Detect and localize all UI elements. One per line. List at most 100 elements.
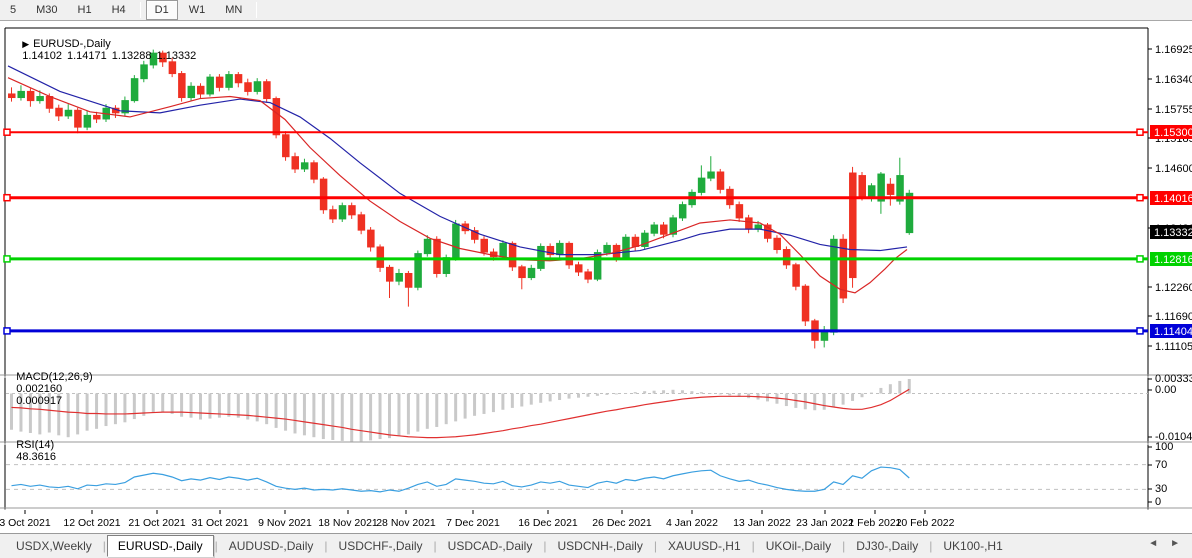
price-badge-label: 1.11404: [1154, 326, 1192, 338]
indicator-axis-label: 0.00: [1155, 384, 1176, 396]
chart-symbol: EURUSD-,Daily: [33, 38, 111, 50]
tab-xauusd-h1[interactable]: XAUUSD-,H1: [658, 536, 751, 556]
candle-body: [859, 176, 866, 199]
candle-body: [774, 238, 781, 249]
timeframe-button-w1[interactable]: W1: [180, 0, 215, 20]
candle-body: [557, 243, 564, 254]
candle-body: [802, 286, 809, 321]
timeframe-button-h1[interactable]: H1: [69, 0, 101, 20]
tab-audusd-daily[interactable]: AUDUSD-,Daily: [219, 536, 324, 556]
tab-scroll-left-icon[interactable]: ◄: [1142, 538, 1164, 549]
candle-body: [46, 97, 53, 109]
candle-body: [604, 245, 611, 252]
date-axis-label: 26 Dec 2021: [592, 517, 652, 529]
hline-handle[interactable]: [1137, 328, 1143, 334]
tab-dj30-daily[interactable]: DJ30-,Daily: [846, 536, 928, 556]
candle-body: [264, 82, 271, 99]
date-axis-label: 3 Oct 2021: [0, 517, 51, 529]
macd-indicator-label: MACD(12,26,9) 0.002160 0.000917: [4, 359, 93, 419]
tab-eurusd-daily[interactable]: EURUSD-,Daily: [107, 535, 214, 557]
candle-body: [94, 115, 101, 119]
tab-ukoil-daily[interactable]: UKOil-,Daily: [756, 536, 841, 556]
candle-body: [84, 115, 91, 127]
price-axis-label: 1.14600: [1155, 163, 1192, 175]
candle-body: [679, 205, 686, 218]
price-axis-label: 1.16925: [1155, 44, 1192, 56]
symbol-marker-icon: ▶: [22, 39, 29, 49]
indicator-axis-label: 70: [1155, 459, 1167, 471]
toolbar-separator: [140, 2, 141, 18]
candle-body: [424, 239, 431, 253]
candle-body: [226, 75, 233, 88]
macd-name: MACD(12,26,9): [16, 371, 92, 383]
candle-body: [906, 193, 913, 232]
candle-body: [339, 206, 346, 219]
candle-body: [320, 179, 327, 210]
tab-usdchf-daily[interactable]: USDCHF-,Daily: [329, 536, 433, 556]
candle-body: [453, 224, 460, 258]
chart-area[interactable]: 1.169251.163401.157551.151851.146001.134…: [0, 21, 1192, 533]
price-axis-label: 1.11690: [1155, 311, 1192, 323]
timeframe-button-mn[interactable]: MN: [216, 0, 251, 20]
symbol-tabbar: USDX,Weekly|EURUSD-,Daily|AUDUSD-,Daily|…: [0, 533, 1192, 558]
candle-body: [434, 239, 441, 273]
ohlc-close: 1.13332: [157, 50, 197, 62]
date-axis-label: 4 Jan 2022: [666, 517, 718, 529]
timeframe-button-5[interactable]: 5: [1, 0, 25, 20]
hline-handle[interactable]: [1137, 195, 1143, 201]
price-axis-label: 1.15755: [1155, 104, 1192, 116]
chart-canvas[interactable]: 1.169251.163401.157551.151851.146001.134…: [0, 21, 1192, 533]
hline-handle[interactable]: [4, 256, 10, 262]
candle-body: [65, 110, 72, 116]
candle-body: [349, 206, 356, 215]
price-badge-label: 1.14016: [1154, 193, 1192, 205]
price-badge-label: 1.15300: [1154, 127, 1192, 139]
hline-handle[interactable]: [4, 195, 10, 201]
candle-body: [245, 83, 252, 92]
indicator-axis-label: 100: [1155, 441, 1173, 453]
tab-usdx-weekly[interactable]: USDX,Weekly: [6, 536, 102, 556]
date-axis-label: 13 Jan 2022: [733, 517, 791, 529]
candle-body: [75, 110, 82, 127]
candle-body: [283, 135, 290, 157]
indicator-axis-label: 0: [1155, 496, 1161, 508]
timeframe-button-m30[interactable]: M30: [27, 0, 66, 20]
ohlc-high: 1.14171: [67, 50, 107, 62]
tab-uk100-h1[interactable]: UK100-,H1: [933, 536, 1012, 556]
candle-body: [56, 108, 63, 116]
hline-handle[interactable]: [4, 328, 10, 334]
candle-body: [793, 265, 800, 286]
timeframe-button-h4[interactable]: H4: [103, 0, 135, 20]
date-axis-label: 10 Feb 2022: [896, 517, 955, 529]
tab-usdcnh-daily[interactable]: USDCNH-,Daily: [547, 536, 652, 556]
date-axis-label: 23 Jan 2022: [796, 517, 854, 529]
hline-handle[interactable]: [1137, 129, 1143, 135]
date-axis-label: 12 Oct 2021: [63, 517, 120, 529]
tab-scroll-arrows: ◄►: [1142, 538, 1186, 549]
candle-body: [576, 265, 583, 272]
tab-scroll-right-icon[interactable]: ►: [1164, 538, 1186, 549]
candle-body: [717, 172, 724, 189]
candle-body: [198, 86, 205, 94]
candle-body: [661, 225, 668, 234]
candle-body: [651, 225, 658, 233]
date-axis-label: 31 Oct 2021: [191, 517, 248, 529]
price-axis-label: 1.12260: [1155, 282, 1192, 294]
candle-body: [698, 178, 705, 192]
toolbar-separator: [256, 2, 257, 18]
price-axis-label: 1.16340: [1155, 74, 1192, 86]
candle-body: [632, 237, 639, 246]
rsi-name: RSI(14): [16, 439, 54, 451]
hline-handle[interactable]: [4, 129, 10, 135]
candle-body: [623, 237, 630, 257]
tab-usdcad-daily[interactable]: USDCAD-,Daily: [438, 536, 543, 556]
ohlc-open: 1.14102: [22, 50, 62, 62]
date-axis-label: 9 Nov 2021: [258, 517, 312, 529]
hline-handle[interactable]: [1137, 256, 1143, 262]
candle-body: [131, 79, 138, 101]
candle-body: [708, 172, 715, 178]
candle-body: [27, 91, 34, 100]
timeframe-button-d1[interactable]: D1: [146, 0, 178, 20]
candle-body: [821, 332, 828, 340]
candle-body: [746, 218, 753, 229]
